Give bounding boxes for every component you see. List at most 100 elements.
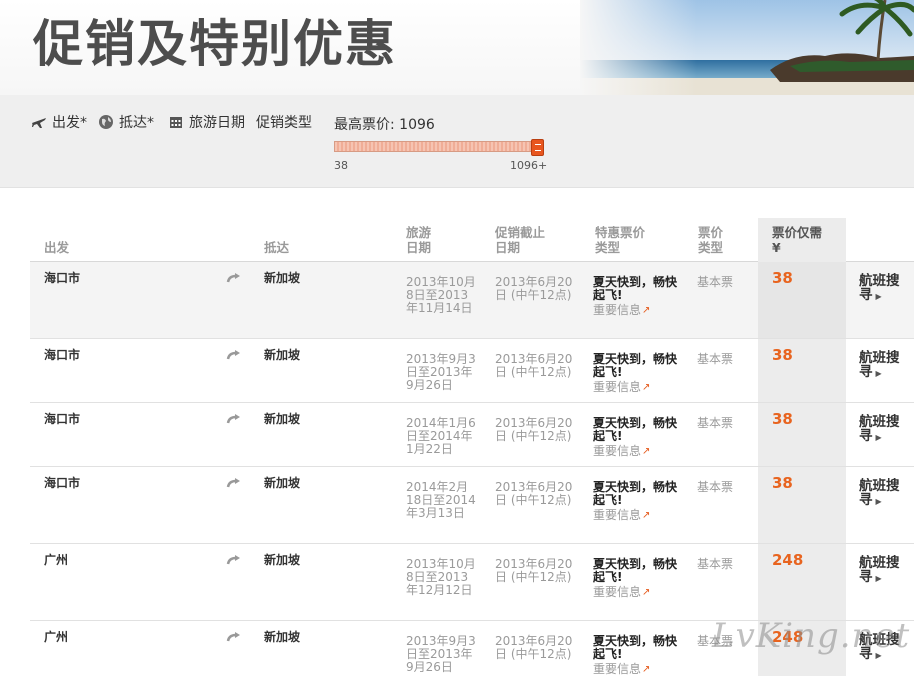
promo-deadline: 2013年6月20日 (中午12点) — [495, 480, 573, 507]
important-info-label: 重要信息 — [593, 585, 642, 599]
header-travel-date[interactable]: 旅游 日期 — [406, 225, 431, 255]
triangle-right-icon: ▶ — [875, 369, 882, 378]
important-info-link[interactable]: 重要信息 ↗ — [593, 381, 650, 394]
promo-deadline: 2013年6月20日 (中午12点) — [495, 416, 573, 443]
page-title: 促销及特别优惠 — [33, 14, 397, 73]
filter-bar: 出发* 抵达* 旅游日期 促销类型 最高票价: 1096 38 1096+ — [0, 95, 914, 188]
promo-title: 夏天快到，畅快起飞! — [593, 480, 678, 507]
triangle-right-icon: ▶ — [875, 292, 882, 301]
external-link-icon: ↗ — [642, 510, 651, 521]
table-body: 海口市 新加坡 2013年10月8日至2013年11月14日 2013年6月20日 (… — [30, 262, 914, 676]
promotions-table: 出发 抵达 旅游 日期 促销截止 日期 特惠票价 类型 票价 类型 票价仅需 ¥… — [30, 218, 914, 676]
arrival-city: 新加坡 — [264, 630, 301, 644]
banner-image — [580, 0, 914, 95]
travel-period: 2013年10月8日至2013年12月12日 — [406, 557, 476, 597]
ticket-type: 基本票 — [697, 480, 734, 494]
promo-title: 夏天快到，畅快起飞! — [593, 634, 678, 661]
ticket-type: 基本票 — [697, 352, 734, 366]
promo-title: 夏天快到，畅快起飞! — [593, 352, 678, 379]
watermark: LvKing.net — [712, 616, 911, 656]
departure-city: 广州 — [44, 630, 69, 644]
price: 38 — [772, 410, 793, 428]
external-link-icon: ↗ — [642, 305, 651, 316]
departure-city: 海口市 — [44, 412, 81, 426]
departure-filter[interactable]: 出发* — [30, 112, 87, 132]
promo-title: 夏天快到，畅快起飞! — [593, 416, 678, 443]
promo-deadline: 2013年6月20日 (中午12点) — [495, 275, 573, 302]
travel-period: 2014年2月18日至2014年3月13日 — [406, 480, 476, 520]
route-arrow-icon — [226, 554, 244, 568]
travel-period: 2013年10月8日至2013年11月14日 — [406, 275, 476, 315]
departure-city: 海口市 — [44, 271, 81, 285]
triangle-right-icon: ▶ — [875, 497, 882, 506]
important-info-label: 重要信息 — [593, 508, 642, 522]
departure-city: 广州 — [44, 553, 69, 567]
flight-search-link[interactable]: 航班搜寻 ▶ — [859, 479, 909, 509]
slider-max-label: 1096+ — [510, 159, 548, 172]
route-arrow-icon — [226, 413, 244, 427]
triangle-right-icon: ▶ — [875, 574, 882, 583]
arrival-filter-label: 抵达* — [119, 115, 154, 131]
travel-date-filter[interactable]: 旅游日期 — [167, 112, 245, 132]
important-info-link[interactable]: 重要信息 ↗ — [593, 445, 650, 458]
important-info-link[interactable]: 重要信息 ↗ — [593, 586, 650, 599]
promo-type-filter-label: 促销类型 — [256, 115, 312, 131]
header-price[interactable]: 票价仅需 ¥ — [772, 225, 822, 255]
globe-icon — [97, 113, 115, 131]
travel-period: 2013年9月3日至2013年9月26日 — [406, 634, 476, 674]
arrival-city: 新加坡 — [264, 553, 301, 567]
important-info-link[interactable]: 重要信息 ↗ — [593, 509, 650, 522]
table-row: 广州 新加坡 2013年10月8日至2013年12月12日 2013年6月20日 (中… — [30, 544, 914, 621]
price: 248 — [772, 551, 804, 569]
important-info-label: 重要信息 — [593, 303, 642, 317]
route-arrow-icon — [226, 272, 244, 286]
promo-deadline: 2013年6月20日 (中午12点) — [495, 557, 573, 584]
ticket-type: 基本票 — [697, 557, 734, 571]
promo-type: 夏天快到，畅快起飞! 重要信息 ↗ — [593, 558, 683, 599]
flight-search-link[interactable]: 航班搜寻 ▶ — [859, 556, 909, 586]
ticket-type: 基本票 — [697, 275, 734, 289]
max-price-label: 最高票价: 1096 — [334, 117, 435, 133]
price-slider[interactable] — [334, 139, 544, 156]
travel-period: 2014年1月6日至2014年1月22日 — [406, 416, 476, 456]
table-row: 海口市 新加坡 2013年10月8日至2013年11月14日 2013年6月20日 (… — [30, 262, 914, 339]
arrival-filter[interactable]: 抵达* — [97, 112, 154, 132]
promo-type: 夏天快到，畅快起飞! 重要信息 ↗ — [593, 276, 683, 317]
header-ticket-type[interactable]: 票价 类型 — [698, 225, 723, 255]
promo-title: 夏天快到，畅快起飞! — [593, 557, 678, 584]
route-arrow-icon — [226, 477, 244, 491]
promo-type: 夏天快到，畅快起飞! 重要信息 ↗ — [593, 353, 683, 394]
departure-city: 海口市 — [44, 476, 81, 490]
slider-min-label: 38 — [334, 159, 348, 172]
flight-search-link[interactable]: 航班搜寻 ▶ — [859, 274, 909, 304]
header-deadline[interactable]: 促销截止 日期 — [495, 225, 545, 255]
header-departure[interactable]: 出发 — [44, 240, 69, 255]
important-info-label: 重要信息 — [593, 444, 642, 458]
table-row: 海口市 新加坡 2014年2月18日至2014年3月13日 2013年6月20日 (中… — [30, 467, 914, 544]
plane-icon — [30, 113, 48, 131]
arrival-city: 新加坡 — [264, 348, 301, 362]
promo-deadline: 2013年6月20日 (中午12点) — [495, 634, 573, 661]
price: 38 — [772, 474, 793, 492]
departure-city: 海口市 — [44, 348, 81, 362]
price: 38 — [772, 346, 793, 364]
header-promo-type[interactable]: 特惠票价 类型 — [595, 225, 645, 255]
arrival-city: 新加坡 — [264, 476, 301, 490]
important-info-link[interactable]: 重要信息 ↗ — [593, 304, 650, 317]
arrival-city: 新加坡 — [264, 412, 301, 426]
calendar-icon — [167, 113, 185, 131]
price-slider-handle[interactable] — [531, 139, 544, 156]
external-link-icon: ↗ — [642, 446, 651, 457]
route-arrow-icon — [226, 349, 244, 363]
flight-search-link[interactable]: 航班搜寻 ▶ — [859, 415, 909, 445]
route-arrow-icon — [226, 631, 244, 645]
promo-type-filter[interactable]: 促销类型 — [256, 112, 312, 132]
arrival-city: 新加坡 — [264, 271, 301, 285]
header-arrival[interactable]: 抵达 — [264, 240, 289, 255]
ticket-type: 基本票 — [697, 416, 734, 430]
price: 38 — [772, 269, 793, 287]
triangle-right-icon: ▶ — [875, 433, 882, 442]
flight-search-link[interactable]: 航班搜寻 ▶ — [859, 351, 909, 381]
important-info-link[interactable]: 重要信息 ↗ — [593, 663, 650, 676]
external-link-icon: ↗ — [642, 664, 651, 675]
